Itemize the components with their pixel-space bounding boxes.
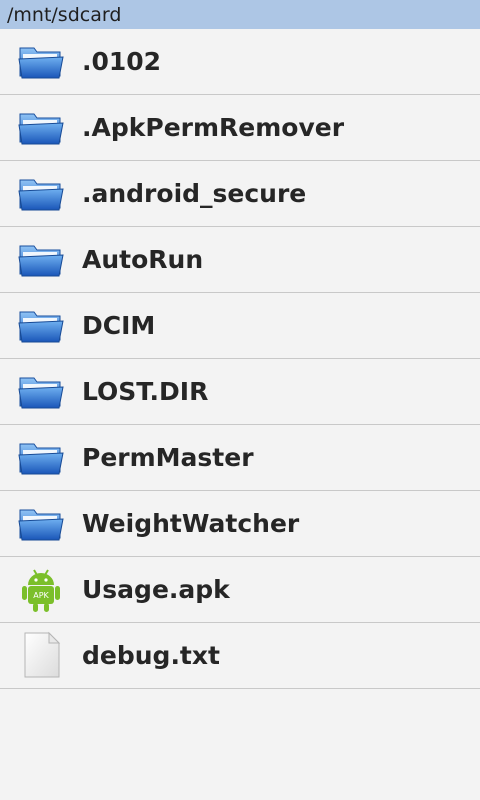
file-name: .android_secure (82, 179, 307, 208)
android-apk-icon: APK (20, 567, 66, 613)
file-name: .0102 (82, 47, 162, 76)
file-name: LOST.DIR (82, 377, 209, 406)
file-row[interactable]: AutoRun (0, 227, 480, 293)
file-row[interactable]: debug.txt (0, 623, 480, 689)
folder-icon (18, 42, 64, 88)
file-name: DCIM (82, 311, 156, 340)
current-path: /mnt/sdcard (7, 4, 122, 26)
folder-icon (18, 438, 64, 484)
file-name: PermMaster (82, 443, 254, 472)
file-row[interactable]: .0102 (0, 29, 480, 95)
file-row[interactable]: PermMaster (0, 425, 480, 491)
file-row[interactable]: LOST.DIR (0, 359, 480, 425)
folder-icon (18, 240, 64, 286)
folder-icon (18, 306, 64, 352)
folder-icon (18, 504, 64, 550)
file-name: .ApkPermRemover (82, 113, 345, 142)
file-row[interactable]: .android_secure (0, 161, 480, 227)
svg-text:APK: APK (33, 591, 49, 600)
file-row[interactable]: APK Usage.apk (0, 557, 480, 623)
current-path-bar: /mnt/sdcard (0, 0, 480, 29)
file-browser-screen: /mnt/sdcard .0102 .ApkPermRemover .andro… (0, 0, 480, 800)
file-name: Usage.apk (82, 575, 230, 604)
file-list: .0102 .ApkPermRemover .android_secure Au… (0, 29, 480, 689)
file-row[interactable]: DCIM (0, 293, 480, 359)
file-name: debug.txt (82, 641, 220, 670)
folder-icon (18, 108, 64, 154)
text-file-icon (21, 631, 67, 678)
file-name: WeightWatcher (82, 509, 300, 538)
file-row[interactable]: .ApkPermRemover (0, 95, 480, 161)
folder-icon (18, 174, 64, 220)
file-row[interactable]: WeightWatcher (0, 491, 480, 557)
file-name: AutoRun (82, 245, 204, 274)
folder-icon (18, 372, 64, 418)
